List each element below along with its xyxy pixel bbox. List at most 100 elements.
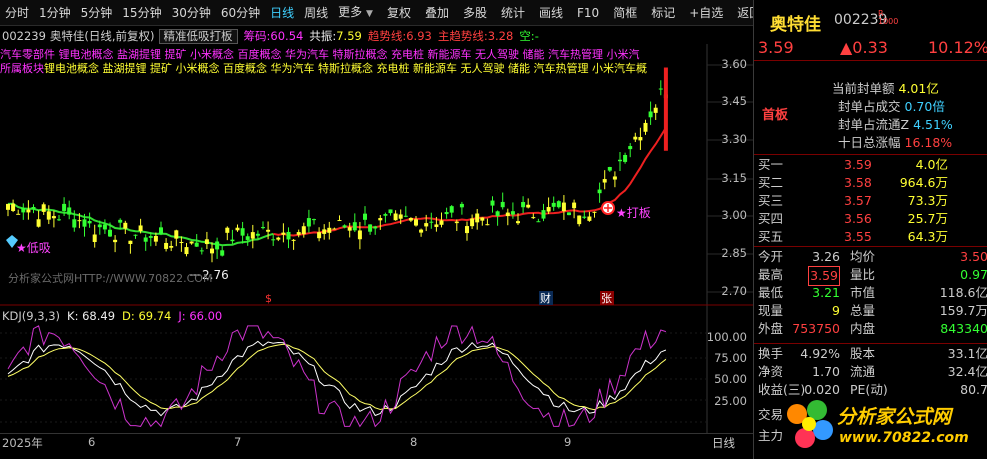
more-label: 更多 — [338, 4, 363, 19]
candle-body — [133, 234, 138, 236]
month-label: 9 — [564, 435, 572, 449]
finance-marker[interactable]: 财 — [540, 291, 551, 305]
kdj-k: K: 68.49 — [67, 309, 115, 323]
candle-body — [648, 111, 653, 118]
candle-body — [118, 219, 123, 223]
month-label: 8 — [410, 435, 418, 449]
candle-body — [31, 207, 36, 210]
month-label: 7 — [234, 435, 242, 449]
candle-body — [419, 229, 424, 233]
kdj-axis: 100.00 75.00 50.00 25.00 — [707, 305, 753, 433]
candle-body — [327, 227, 332, 233]
bid-row[interactable]: 买五 3.55 64.3万 — [758, 228, 984, 246]
stat-value: 3.59 — [808, 266, 840, 286]
stat-row: 换手 4.92% 股本 33.1亿 — [758, 345, 987, 363]
candle-body — [26, 209, 31, 213]
simple-frame-button[interactable]: 简框 — [608, 0, 642, 26]
candle-body — [51, 216, 56, 219]
candle-body — [204, 239, 209, 245]
kdj-k-value: 68.49 — [82, 309, 116, 323]
candle-body — [408, 218, 413, 221]
candle-body — [159, 227, 163, 235]
mark-button[interactable]: 标记 — [646, 0, 680, 26]
candle-body — [459, 203, 464, 208]
candle-body — [102, 224, 107, 230]
candle-body — [184, 247, 189, 255]
candle-body — [352, 222, 357, 231]
tab-60min[interactable]: 60分钟 — [216, 0, 265, 26]
f10-button[interactable]: F10 — [572, 0, 604, 26]
limit-up-marker[interactable]: 张 — [601, 292, 612, 305]
kdj-title[interactable]: KDJ(9,3,3) — [2, 309, 60, 323]
dividend-marker[interactable]: $ — [265, 292, 272, 305]
kdj-d: D: 69.74 — [122, 309, 171, 323]
tab-more[interactable]: 更多 ▼ — [333, 0, 378, 27]
stat-label: 现量 — [758, 303, 784, 318]
candle-body — [607, 166, 612, 171]
kdj-j-label: J: — [178, 309, 186, 323]
candle-body — [531, 217, 536, 219]
stat-row: 最高 3.59 量比 0.97 — [758, 266, 987, 286]
overlay-button[interactable]: 叠加 — [420, 0, 454, 26]
quote-panel: 奥特佳 002239 R 1000 3.59 ▲0.33 10.12% 首板 当… — [753, 0, 987, 459]
candle-body — [128, 240, 133, 245]
tab-15min[interactable]: 15分钟 — [117, 0, 166, 26]
bid-row[interactable]: 买二 3.58 964.6万 — [758, 174, 984, 192]
candle-body — [582, 216, 587, 218]
multi-stock-button[interactable]: 多股 — [458, 0, 492, 26]
low-label: ★低吸 — [16, 241, 51, 255]
candle-body — [67, 207, 72, 215]
site-logo: 分析家公式网 www.70822.com — [783, 398, 987, 456]
candle-body — [92, 234, 97, 243]
price-tick: 3.00 — [721, 208, 747, 222]
candle-body — [485, 224, 490, 226]
limit-value: 4.01亿 — [898, 81, 939, 96]
candle-body — [337, 220, 342, 222]
candle-body — [148, 236, 153, 238]
main-force-label[interactable]: 主力 — [758, 427, 783, 445]
candle-body — [602, 179, 607, 183]
candle-body — [567, 212, 571, 216]
candle-body — [230, 239, 235, 242]
candle-body — [210, 248, 214, 254]
month-label: 6 — [88, 435, 96, 449]
stat-value: 0.020 — [804, 382, 840, 397]
tab-1min[interactable]: 1分钟 — [34, 0, 76, 26]
stats-button[interactable]: 统计 — [496, 0, 530, 26]
candle-body — [174, 230, 179, 239]
candle-body — [633, 136, 638, 140]
candle-body — [618, 159, 622, 162]
candle-body — [403, 215, 408, 217]
tab-intraday[interactable]: 分时 — [0, 0, 34, 26]
trade-label[interactable]: 交易 — [758, 406, 783, 424]
price-chart[interactable]: ★打板 ★低吸 2.76 分析家公式网HTTP://WWW.70822.COM … — [0, 26, 753, 459]
kdj-j: J: 66.00 — [178, 309, 222, 323]
candle-body — [378, 218, 383, 221]
candle-body — [123, 222, 128, 229]
candle-body — [505, 212, 510, 217]
candle-body — [429, 221, 434, 223]
tab-30min[interactable]: 30分钟 — [167, 0, 216, 26]
tab-daily[interactable]: 日线 — [265, 0, 299, 26]
tab-weekly[interactable]: 周线 — [299, 0, 333, 26]
candle-body — [255, 233, 260, 236]
tab-5min[interactable]: 5分钟 — [76, 0, 118, 26]
candle-body — [363, 213, 367, 220]
candle-body — [612, 176, 617, 180]
add-watchlist-button[interactable]: +自选 — [684, 0, 728, 26]
limit-label: 封单占成交 — [838, 99, 901, 114]
bid-row[interactable]: 买四 3.56 25.7万 — [758, 210, 984, 228]
period-label[interactable]: 日线 — [712, 435, 735, 451]
candle-body — [551, 202, 556, 207]
board-badge: 首板 — [762, 108, 789, 123]
draw-button[interactable]: 画线 — [534, 0, 568, 26]
bid-row[interactable]: 买一 3.59 4.0亿 — [758, 156, 984, 174]
candle-body — [72, 219, 77, 228]
bid-volume: 73.3万 — [907, 193, 948, 208]
bid-row[interactable]: 买三 3.57 73.3万 — [758, 192, 984, 210]
candle-body — [546, 207, 551, 212]
candle-body — [57, 219, 61, 221]
adjust-button[interactable]: 复权 — [382, 0, 416, 26]
stat-label: 收益(三) — [758, 382, 806, 397]
candle-body — [449, 206, 454, 213]
